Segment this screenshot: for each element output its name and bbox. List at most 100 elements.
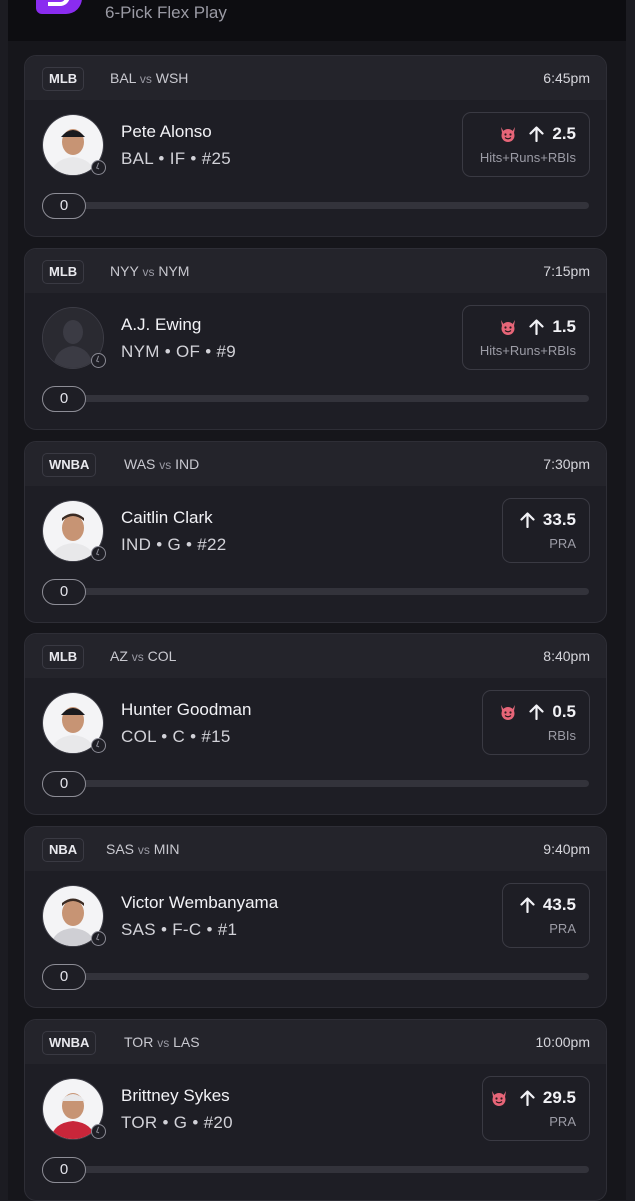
demon-icon <box>491 1091 506 1106</box>
game-header: MLB AZ vs COL 8:40pm <box>25 634 606 678</box>
projection-box[interactable]: 33.5 PRA <box>502 498 590 563</box>
arrow-up-icon <box>529 126 544 142</box>
clock-icon <box>91 160 106 175</box>
projection-line: 29.5 <box>490 1087 576 1109</box>
home-team: TOR <box>124 1034 154 1050</box>
pick-card[interactable]: WNBA WAS vs IND 7:30pm Caitlin Clark IND • G… <box>24 441 607 623</box>
progress-bar <box>42 780 589 787</box>
progress-count: 0 <box>42 193 86 219</box>
game-time: 7:15pm <box>543 263 590 279</box>
player-name: Hunter Goodman <box>121 700 252 719</box>
page-subtitle: 6-Pick Flex Play <box>105 3 227 22</box>
arrow-up-icon <box>529 704 544 720</box>
player-name: A.J. Ewing <box>121 315 202 334</box>
game-time: 6:45pm <box>543 70 590 86</box>
home-team: BAL <box>110 70 136 86</box>
pick-card[interactable]: MLB BAL vs WSH 6:45pm Pete Alonso BAL • IF •… <box>24 55 607 237</box>
clock-icon <box>91 738 106 753</box>
home-team: SAS <box>106 841 135 857</box>
line-value: 1.5 <box>552 317 576 336</box>
progress-count: 0 <box>42 964 86 990</box>
versus-label: vs <box>131 650 144 664</box>
clock-icon <box>91 546 106 561</box>
home-team: WAS <box>124 456 156 472</box>
projection-box[interactable]: 29.5 PRA <box>482 1076 590 1141</box>
clock-icon <box>91 931 106 946</box>
player-info: COL • C • #15 <box>121 727 231 746</box>
arrow-up-icon <box>520 512 535 528</box>
arrow-up-icon <box>520 897 535 913</box>
away-team: IND <box>175 456 200 472</box>
league-badge: MLB <box>42 260 85 284</box>
progress-bar <box>42 973 589 980</box>
line-value: 43.5 <box>542 895 576 914</box>
progress-count: 0 <box>42 771 86 797</box>
stat-type: PRA <box>549 921 576 936</box>
game-header: WNBA WAS vs IND 7:30pm <box>25 442 606 486</box>
clock-icon <box>91 353 106 368</box>
stat-type: PRA <box>549 1114 576 1129</box>
projection-box[interactable]: 1.5 Hits+Runs+RBIs <box>462 305 590 370</box>
player-name: Caitlin Clark <box>121 508 213 527</box>
league-badge: NBA <box>42 838 85 862</box>
projection-line: 43.5 <box>520 894 576 916</box>
game-header: MLB BAL vs WSH 6:45pm <box>25 56 606 100</box>
demon-icon <box>501 127 516 142</box>
arrow-up-icon <box>520 1090 535 1106</box>
projection-box[interactable]: 43.5 PRA <box>502 883 590 948</box>
line-value: 2.5 <box>552 124 576 143</box>
demon-icon <box>501 320 516 335</box>
matchup: NYY vs NYM <box>110 263 189 279</box>
pick-card[interactable]: MLB AZ vs COL 8:40pm Hunter Goodman COL • C … <box>24 633 607 815</box>
line-value: 29.5 <box>542 1088 576 1107</box>
stat-type: RBIs <box>547 728 576 743</box>
arrow-up-icon <box>529 319 544 335</box>
pick-card[interactable]: WNBA TOR vs LAS 10:00pm Brittney Sykes TOR •… <box>24 1019 607 1201</box>
progress-count: 0 <box>42 579 86 605</box>
projection-line: 0.5 <box>499 701 576 723</box>
player-info: SAS • F-C • #1 <box>121 920 238 939</box>
pick-card[interactable]: MLB NYY vs NYM 7:15pm A.J. Ewing NYM • OF • … <box>24 248 607 430</box>
matchup: BAL vs WSH <box>110 70 188 86</box>
away-team: LAS <box>173 1034 200 1050</box>
matchup: AZ vs COL <box>110 648 176 664</box>
projection-box[interactable]: 2.5 Hits+Runs+RBIs <box>462 112 590 177</box>
away-team: MIN <box>153 841 180 857</box>
stat-type: Hits+Runs+RBIs <box>479 150 576 165</box>
versus-label: vs <box>159 458 172 472</box>
player-name: Brittney Sykes <box>121 1086 230 1105</box>
league-badge: WNBA <box>42 1031 97 1055</box>
player-info: IND • G • #22 <box>121 535 227 554</box>
game-header: NBA SAS vs MIN 9:40pm <box>25 827 606 871</box>
projection-line: 1.5 <box>499 316 576 338</box>
progress-count: 0 <box>42 386 86 412</box>
app-header: 6-Pick Flex Play <box>8 0 626 41</box>
away-team: WSH <box>155 70 189 86</box>
pick-card[interactable]: NBA SAS vs MIN 9:40pm Victor Wembanyama SAS … <box>24 826 607 1008</box>
progress-bar <box>42 395 589 402</box>
home-team: NYY <box>110 263 139 279</box>
versus-label: vs <box>139 72 152 86</box>
stat-type: PRA <box>549 536 576 551</box>
game-time: 10:00pm <box>535 1034 590 1050</box>
projection-box[interactable]: 0.5 RBIs <box>482 690 590 755</box>
progress-count: 0 <box>42 1157 86 1183</box>
player-name: Victor Wembanyama <box>121 893 279 912</box>
versus-label: vs <box>142 265 155 279</box>
away-team: NYM <box>158 263 190 279</box>
game-time: 9:40pm <box>543 841 590 857</box>
progress-bar <box>42 588 589 595</box>
progress-bar <box>42 1166 589 1173</box>
matchup: SAS vs MIN <box>106 841 179 857</box>
progress-bar <box>42 202 589 209</box>
league-badge: WNBA <box>42 453 97 477</box>
matchup: WAS vs IND <box>124 456 199 472</box>
line-value: 33.5 <box>542 510 576 529</box>
league-badge: MLB <box>42 67 85 91</box>
clock-icon <box>91 1124 106 1139</box>
projection-line: 33.5 <box>520 509 576 531</box>
stat-type: Hits+Runs+RBIs <box>479 343 576 358</box>
home-team: AZ <box>110 648 128 664</box>
game-time: 8:40pm <box>543 648 590 664</box>
matchup: TOR vs LAS <box>124 1034 200 1050</box>
